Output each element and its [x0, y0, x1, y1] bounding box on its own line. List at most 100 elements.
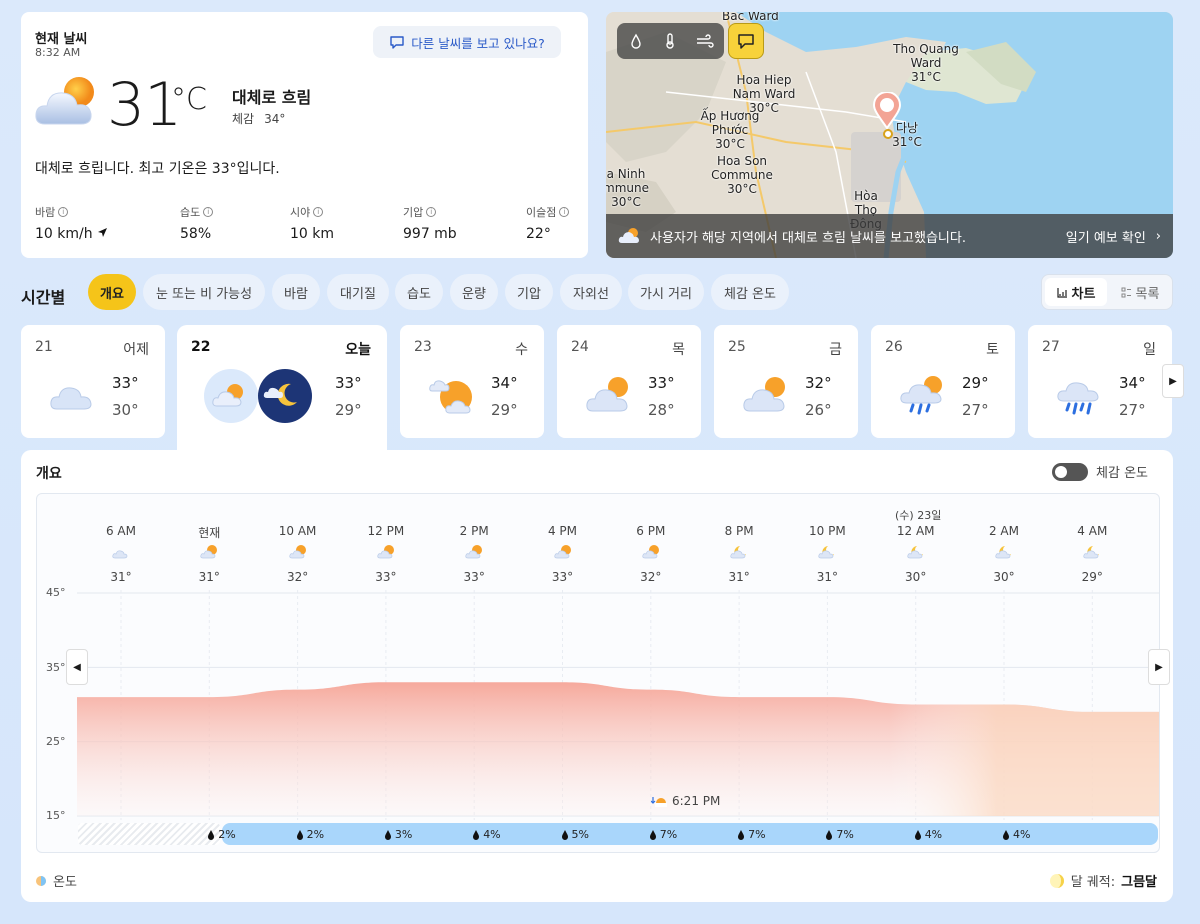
- y-tick: 15°: [46, 809, 66, 822]
- day-card[interactable]: 26 토 29° 27°: [871, 325, 1015, 438]
- tab-precipitation[interactable]: 눈 또는 비 가능성: [143, 274, 265, 310]
- hour-column[interactable]: 10 AM 32°: [268, 524, 328, 584]
- day-card[interactable]: 23 수 34° 29°: [400, 325, 544, 438]
- tab-overview[interactable]: 개요: [88, 274, 136, 310]
- map-label[interactable]: Ấp Hương Phước 30°C: [698, 109, 762, 151]
- day-high: 33°: [335, 374, 362, 392]
- day-card-today[interactable]: 22 오늘 33° 29°: [177, 325, 387, 450]
- wind-layer-icon[interactable]: [696, 33, 714, 49]
- mostly-cloudy-icon: [586, 377, 628, 412]
- day-name: 토: [986, 342, 999, 358]
- map-label[interactable]: Hoa Son Commune 30°C: [710, 154, 774, 196]
- day-high: 33°: [648, 374, 675, 392]
- map-label[interactable]: Tho Quang Ward 31°C: [892, 42, 960, 84]
- days-next-button[interactable]: ▶: [1162, 364, 1184, 398]
- day-low: 27°: [1119, 401, 1146, 419]
- raindrop-icon: [561, 829, 568, 840]
- info-icon[interactable]: i: [58, 207, 69, 217]
- hour-column[interactable]: 4 AM 29°: [1062, 524, 1122, 584]
- view-chart-button[interactable]: 차트: [1045, 278, 1107, 306]
- hour-temp: 31°: [816, 570, 839, 584]
- map-layer-toolbar: [617, 23, 724, 59]
- day-number: 25: [728, 339, 746, 355]
- map-report-banner[interactable]: 사용자가 해당 지역에서 대체로 흐림 날씨를 보고했습니다. 일기 예보 확인…: [606, 214, 1173, 258]
- feels-like: 체감 34°: [232, 110, 285, 127]
- precip-chance: 2%: [207, 828, 236, 841]
- current-condition: 대체로 흐림: [232, 88, 312, 107]
- chevron-right-icon: ▶: [1155, 661, 1163, 673]
- weather-map[interactable]: Bac Ward Tho Quang Ward 31°C Hoa Hiep Nam…: [606, 12, 1173, 258]
- hour-column[interactable]: 10 PM 31°: [797, 524, 857, 584]
- day-name: 어제: [123, 342, 149, 358]
- forecast-link[interactable]: 일기 예보 확인: [1066, 227, 1146, 246]
- tab-humidity[interactable]: 습도: [395, 274, 443, 310]
- y-tick: 35°: [46, 661, 66, 674]
- tab-pressure[interactable]: 기압: [505, 274, 553, 310]
- raindrop-icon: [826, 829, 833, 840]
- hour-column[interactable]: 현재 31°: [179, 524, 239, 584]
- y-tick: 25°: [46, 735, 66, 748]
- info-icon[interactable]: i: [426, 207, 437, 217]
- tab-uv[interactable]: 자외선: [560, 274, 622, 310]
- view-list-button[interactable]: 목록: [1110, 278, 1170, 306]
- hour-label: 4 AM: [1077, 524, 1108, 538]
- moon-label: 달 궤적:: [1070, 875, 1116, 890]
- hour-temp: 33°: [551, 570, 574, 584]
- day-card[interactable]: 21 어제 33° 30°: [21, 325, 165, 438]
- hour-column[interactable]: 12 AM 30°: [886, 524, 946, 584]
- hour-column[interactable]: 6 PM 32°: [621, 524, 681, 584]
- day-number: 27: [1042, 339, 1060, 355]
- tab-visibility[interactable]: 가시 거리: [628, 274, 704, 310]
- tab-air-quality[interactable]: 대기질: [327, 274, 389, 310]
- precip-chance: 3%: [384, 828, 412, 841]
- hour-label: 6 PM: [636, 524, 666, 538]
- hour-column[interactable]: 12 PM 33°: [356, 524, 416, 584]
- precipitation-layer-icon[interactable]: [628, 33, 644, 49]
- day-low: 26°: [805, 401, 832, 419]
- info-icon[interactable]: i: [559, 207, 570, 217]
- raindrop-icon: [208, 829, 215, 840]
- hour-column[interactable]: 2 AM 30°: [974, 524, 1034, 584]
- banner-text: 사용자가 해당 지역에서 대체로 흐림 날씨를 보고했습니다.: [650, 230, 966, 246]
- map-label[interactable]: Bac Ward: [722, 12, 779, 23]
- feedback-button[interactable]: 다른 날씨를 보고 있나요?: [373, 26, 561, 58]
- chat-icon: [390, 36, 404, 49]
- day-card[interactable]: 24 목 33° 28°: [557, 325, 701, 438]
- sunset-time: 6:21 PM: [672, 794, 721, 808]
- hour-temp: 30°: [993, 570, 1015, 584]
- stat-value: 997 mb: [403, 226, 457, 242]
- tab-wind[interactable]: 바람: [272, 274, 320, 310]
- chart-scroll-right-button[interactable]: ▶: [1148, 649, 1170, 685]
- user-reports-button[interactable]: [728, 23, 764, 59]
- feels-like-toggle[interactable]: 체감 온도: [1052, 462, 1148, 481]
- hour-label: 12 PM: [367, 524, 405, 538]
- overview-title: 개요: [36, 466, 62, 482]
- stat-label: 습도: [180, 206, 201, 219]
- partly-cloudy-icon: [356, 544, 416, 564]
- chat-icon: [738, 34, 754, 49]
- toggle-switch[interactable]: [1052, 462, 1089, 481]
- temperature-unit[interactable]: °C: [171, 82, 207, 117]
- map-label[interactable]: a Ninh mmune 30°C: [606, 167, 650, 209]
- hour-column[interactable]: 6 AM 31°: [91, 524, 151, 584]
- info-icon[interactable]: i: [313, 207, 324, 217]
- hour-column[interactable]: 4 PM 33°: [533, 524, 593, 584]
- temperature-layer-icon[interactable]: [662, 33, 678, 49]
- raindrop-icon: [914, 829, 921, 840]
- tab-cloud-cover[interactable]: 운량: [450, 274, 498, 310]
- chart-scroll-left-button[interactable]: ◀: [66, 649, 88, 685]
- day-card[interactable]: 25 금 32° 26°: [714, 325, 858, 438]
- partly-cloudy-night-icon: [709, 544, 769, 564]
- day-card[interactable]: 27 일 34° 27°: [1028, 325, 1172, 438]
- day-name: 금: [829, 342, 842, 358]
- tab-feels-like[interactable]: 체감 온도: [711, 274, 789, 310]
- precip-chance: 7%: [825, 828, 854, 841]
- precip-chance: 5%: [561, 828, 589, 841]
- toggle-label: 체감 온도: [1096, 466, 1148, 481]
- info-icon[interactable]: i: [203, 207, 214, 217]
- hour-column[interactable]: 2 PM 33°: [444, 524, 504, 584]
- raindrop-icon: [296, 829, 303, 840]
- day-name: 목: [672, 342, 685, 358]
- hour-column[interactable]: 8 PM 31°: [709, 524, 769, 584]
- precip-chance: 4%: [1002, 828, 1030, 841]
